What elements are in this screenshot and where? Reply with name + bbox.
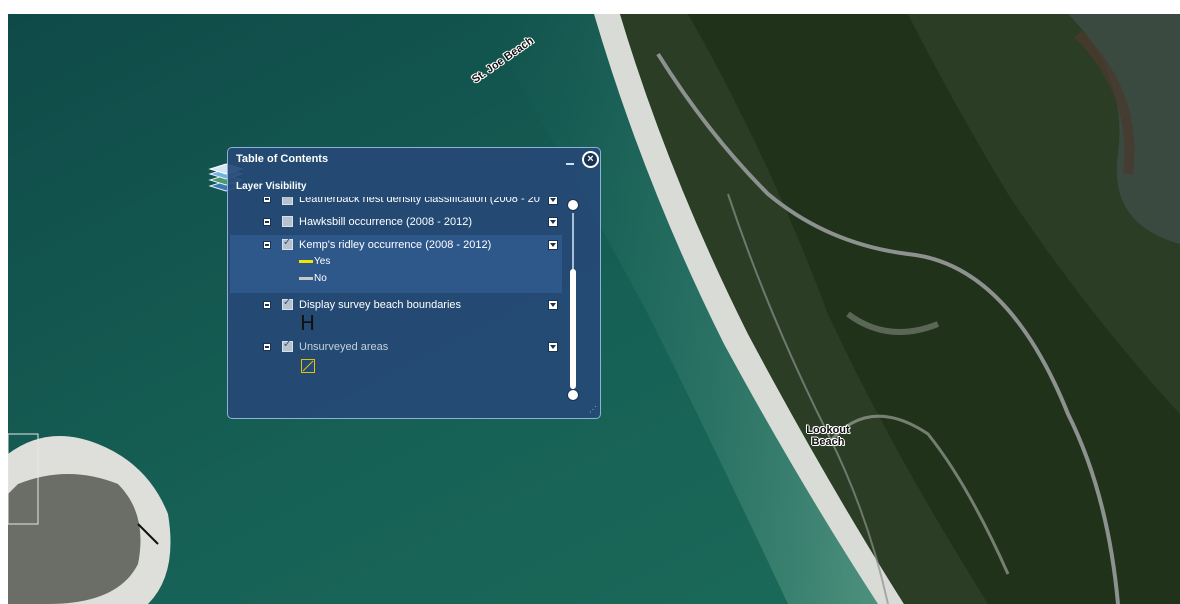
layer-checkbox[interactable] (282, 237, 293, 250)
layer-item-survey-beach-boundaries: Display survey beach boundaries H (230, 295, 562, 335)
collapse-toggle[interactable] (263, 343, 271, 351)
resize-grip-icon[interactable]: ⋰ (589, 406, 599, 416)
collapse-toggle[interactable] (263, 241, 271, 249)
layer-item-unsurveyed-areas: Unsurveyed areas (230, 337, 562, 377)
place-label-lookout-beach: Lookout Beach (806, 424, 850, 448)
hatched-square-icon (301, 359, 315, 373)
layer-checkbox[interactable] (282, 297, 293, 310)
panel-title: Table of Contents (236, 153, 329, 165)
layer-list: Leatherback nest density classification … (230, 197, 562, 402)
layer-list-scrollbar[interactable] (566, 199, 580, 403)
layer-visibility-heading: Layer Visibility (236, 181, 307, 192)
layer-checkbox[interactable] (282, 197, 293, 205)
layer-item-hawksbill: Hawksbill occurrence (2008 - 2012) (230, 211, 562, 233)
layer-item-kemps-ridley: Kemp's ridley occurrence (2008 - 2012) Y… (230, 235, 562, 293)
minimize-button[interactable] (564, 154, 576, 166)
yellow-line-swatch (299, 259, 313, 263)
layer-menu-button[interactable] (548, 217, 558, 227)
table-of-contents-panel[interactable]: Table of Contents × Layer Visibility Lea… (227, 147, 601, 419)
scroll-thumb[interactable] (570, 269, 576, 389)
layer-menu-button[interactable] (548, 300, 558, 310)
boundary-symbol: H (300, 311, 316, 335)
close-button[interactable]: × (582, 151, 599, 168)
layer-name[interactable]: Hawksbill occurrence (2008 - 2012) (299, 216, 472, 228)
expand-toggle[interactable] (263, 197, 271, 203)
layer-name[interactable]: Leatherback nest density classification … (299, 197, 540, 205)
layer-name[interactable]: Unsurveyed areas (299, 341, 388, 353)
scroll-up-icon[interactable] (567, 199, 579, 211)
layer-menu-button[interactable] (548, 240, 558, 250)
legend-item-no: No (299, 273, 327, 284)
layer-menu-button[interactable] (548, 197, 558, 205)
layer-name[interactable]: Kemp's ridley occurrence (2008 - 2012) (299, 239, 491, 251)
layer-checkbox[interactable] (282, 339, 293, 352)
legend-item-yes: Yes (299, 256, 330, 267)
layer-checkbox[interactable] (282, 216, 293, 227)
gray-line-swatch (299, 276, 313, 280)
expand-toggle[interactable] (263, 218, 271, 226)
layer-name[interactable]: Display survey beach boundaries (299, 299, 461, 311)
collapse-toggle[interactable] (263, 301, 271, 309)
layer-item-leatherback: Leatherback nest density classification … (230, 197, 562, 207)
scroll-down-icon[interactable] (567, 389, 579, 401)
layer-menu-button[interactable] (548, 342, 558, 352)
